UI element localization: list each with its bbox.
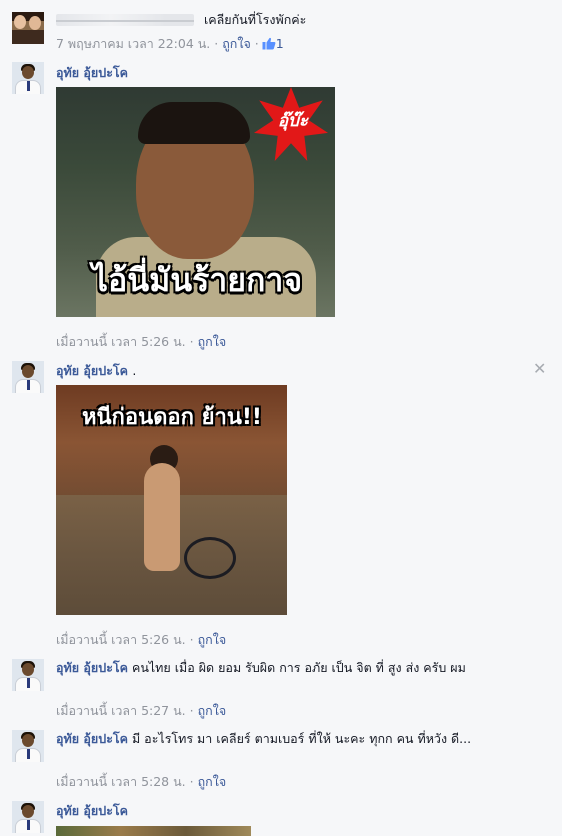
- separator: ·: [189, 334, 194, 349]
- comment-body: อุทัย อุ้ยปะโค คนไทย เมื่อ ผิด ยอม รับผิ…: [56, 659, 536, 677]
- separator: ·: [254, 36, 259, 51]
- avatar[interactable]: [12, 659, 44, 691]
- comment-body: อุทัย อุ้ยปะโค มี อะไรโทร มา เคลียร์ ตาม…: [56, 730, 526, 748]
- avatar[interactable]: [12, 801, 44, 833]
- sticker-caption: หนีก่อนดอก ย้าน!!: [82, 405, 262, 430]
- author-name[interactable]: อุทัย อุ้ยปะโค: [56, 63, 128, 83]
- author-name[interactable]: อุทัย อุ้ยปะโค: [56, 660, 128, 675]
- comment-text: เคลียกันที่โรงพักค่ะ: [204, 12, 307, 27]
- author-line: อุทัย อุ้ยปะโค .: [56, 361, 136, 381]
- like-link[interactable]: ถูกใจ: [198, 703, 227, 718]
- like-link[interactable]: ถูกใจ: [198, 632, 227, 647]
- avatar[interactable]: [12, 361, 44, 393]
- comment-meta: 7 พฤษภาคม เวลา 22:04 น. · ถูกใจ · 1: [56, 34, 284, 54]
- sticker-image: หนีก่อนดอก ย้าน!!: [56, 385, 287, 615]
- sticker-burst-text: อุ๊บ๊ะ: [277, 111, 309, 131]
- timestamp[interactable]: 7 พฤษภาคม เวลา 22:04 น.: [56, 36, 210, 51]
- separator: ·: [189, 703, 194, 718]
- like-count[interactable]: 1: [276, 36, 284, 51]
- separator: ·: [214, 36, 219, 51]
- avatar[interactable]: [12, 730, 44, 762]
- timestamp[interactable]: เมื่อวานนี้ เวลา 5:28 น.: [56, 774, 186, 789]
- comment-meta: เมื่อวานนี้ เวลา 5:26 น. · ถูกใจ: [56, 630, 226, 650]
- sticker-image: [56, 826, 251, 836]
- comment-meta: เมื่อวานนี้ เวลา 5:28 น. · ถูกใจ: [56, 772, 226, 792]
- like-link[interactable]: ถูกใจ: [198, 774, 227, 789]
- author-name[interactable]: อุทัย อุ้ยปะโค: [56, 801, 128, 821]
- like-link[interactable]: ถูกใจ: [198, 334, 227, 349]
- comment-text: คนไทย เมื่อ ผิด ยอม รับผิด การ อภัย เป็น…: [131, 660, 466, 675]
- separator: ·: [189, 632, 194, 647]
- like-link[interactable]: ถูกใจ: [222, 36, 251, 51]
- author-name[interactable]: อุทัย อุ้ยปะโค: [56, 731, 128, 746]
- sticker-caption: ไอ้นี่มันร้ายกาจ: [91, 261, 303, 299]
- author-name-redacted[interactable]: [56, 14, 194, 26]
- timestamp[interactable]: เมื่อวานนี้ เวลา 5:26 น.: [56, 334, 186, 349]
- comment-text: .: [132, 363, 137, 378]
- avatar[interactable]: [12, 62, 44, 94]
- sticker-image: อุ๊บ๊ะ ไอ้นี่มันร้ายกาจ: [56, 87, 335, 317]
- comment-meta: เมื่อวานนี้ เวลา 5:26 น. · ถูกใจ: [56, 332, 226, 352]
- timestamp[interactable]: เมื่อวานนี้ เวลา 5:26 น.: [56, 632, 186, 647]
- close-icon[interactable]: ✕: [533, 359, 546, 378]
- comment-meta: เมื่อวานนี้ เวลา 5:27 น. · ถูกใจ: [56, 701, 226, 721]
- timestamp[interactable]: เมื่อวานนี้ เวลา 5:27 น.: [56, 703, 186, 718]
- separator: ·: [189, 774, 194, 789]
- comment-text: มี อะไรโทร มา เคลียร์ ตามเบอร์ ที่ให้ นะ…: [131, 731, 472, 746]
- author-name[interactable]: อุทัย อุ้ยปะโค: [56, 363, 128, 378]
- thumbs-up-icon[interactable]: [262, 37, 276, 50]
- avatar[interactable]: [12, 12, 44, 44]
